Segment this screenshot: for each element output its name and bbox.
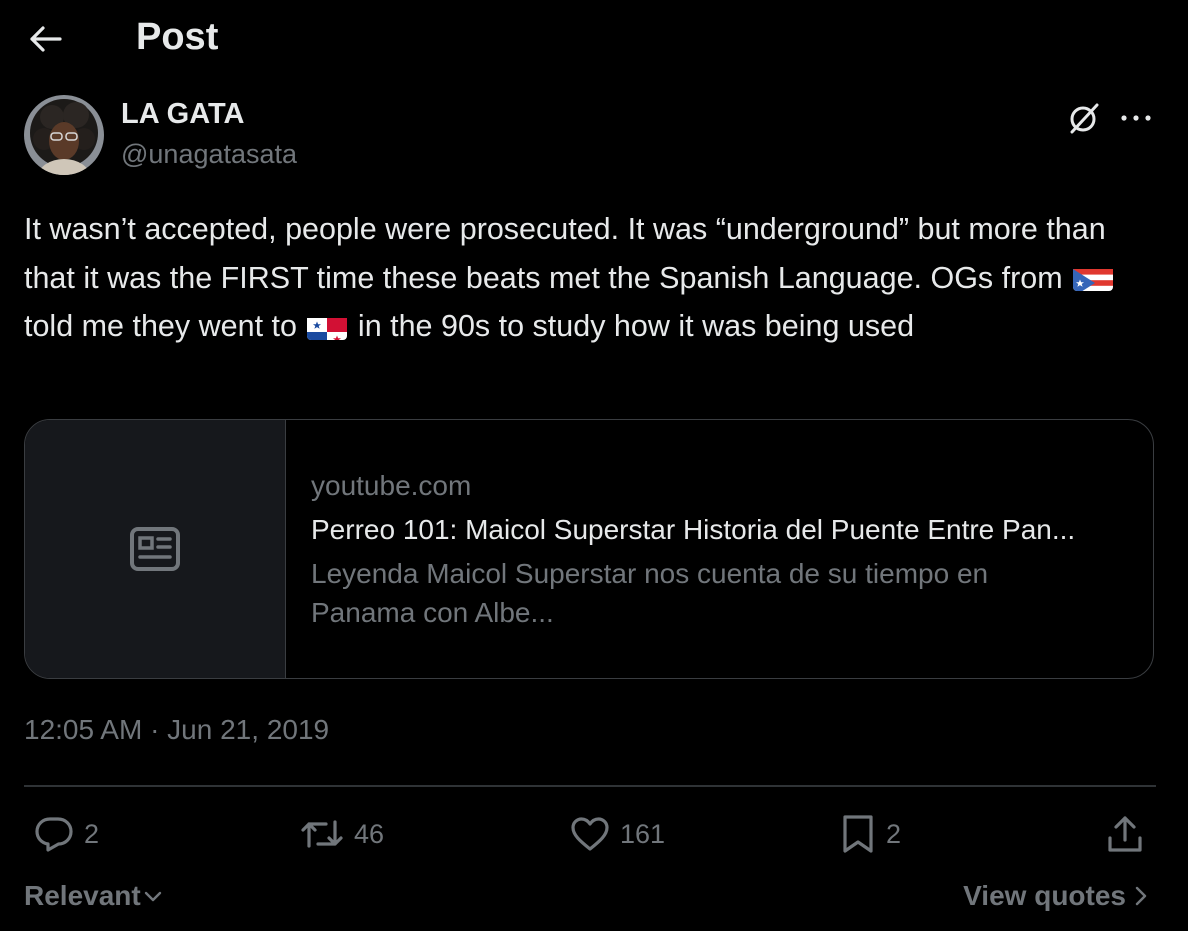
bookmark-icon [843,815,873,853]
header: Post [0,0,1188,80]
tweet-text-part: It wasn’t accepted, people were prosecut… [24,212,1106,295]
tweet-text: It wasn’t accepted, people were prosecut… [24,205,1164,351]
reply-button[interactable]: 2 [34,812,99,856]
article-icon [130,527,180,571]
post-timestamp[interactable]: 12:05 AM · Jun 21, 2019 [24,714,329,746]
reply-count: 2 [84,818,100,849]
puerto-rico-flag-icon [1073,263,1114,292]
bookmark-button[interactable]: 2 [840,812,901,856]
grok-button[interactable] [1064,98,1104,138]
author-display-name[interactable]: LA GATA [121,98,245,131]
divider [24,785,1156,787]
link-preview-card[interactable]: youtube.com Perreo 101: Maicol Superstar… [24,419,1154,679]
back-button[interactable] [24,20,66,58]
repost-icon [301,820,343,848]
card-thumbnail [25,420,286,678]
view-quotes-label: View quotes [963,880,1126,911]
share-icon [1108,816,1142,852]
heart-icon [571,817,609,851]
tweet-text-part: in the 90s to study how it was being use… [349,309,915,343]
page-title: Post [136,16,219,58]
reply-icon [35,817,73,852]
sort-replies-dropdown[interactable]: Relevant [24,880,163,912]
card-domain: youtube.com [311,470,472,501]
card-description: Leyenda Maicol Superstar nos cuenta de s… [311,558,989,628]
grok-icon [1070,103,1099,134]
panama-flag-icon [307,312,348,340]
more-dots-icon [1121,115,1151,121]
sort-label: Relevant [24,880,141,911]
avatar[interactable] [24,95,104,175]
tweet-text-part: told me they went to [24,309,306,343]
like-button[interactable]: 161 [570,812,665,856]
view-quotes-link[interactable]: View quotes [963,880,1150,912]
card-title: Perreo 101: Maicol Superstar Historia de… [311,514,1076,545]
back-arrow-icon [30,26,62,52]
repost-count: 46 [354,818,385,849]
chevron-right-icon [1135,886,1147,906]
bookmark-count: 2 [886,818,902,849]
like-count: 161 [620,818,666,849]
card-body: youtube.com Perreo 101: Maicol Superstar… [311,468,1141,632]
chevron-down-icon [144,891,161,902]
post-page: Post LA GATA @unagatasata It wasn’t acce… [0,0,1188,931]
more-options-button[interactable] [1116,98,1156,138]
share-button[interactable] [1106,812,1144,856]
repost-button[interactable]: 46 [300,812,384,856]
author-handle[interactable]: @unagatasata [121,139,297,170]
